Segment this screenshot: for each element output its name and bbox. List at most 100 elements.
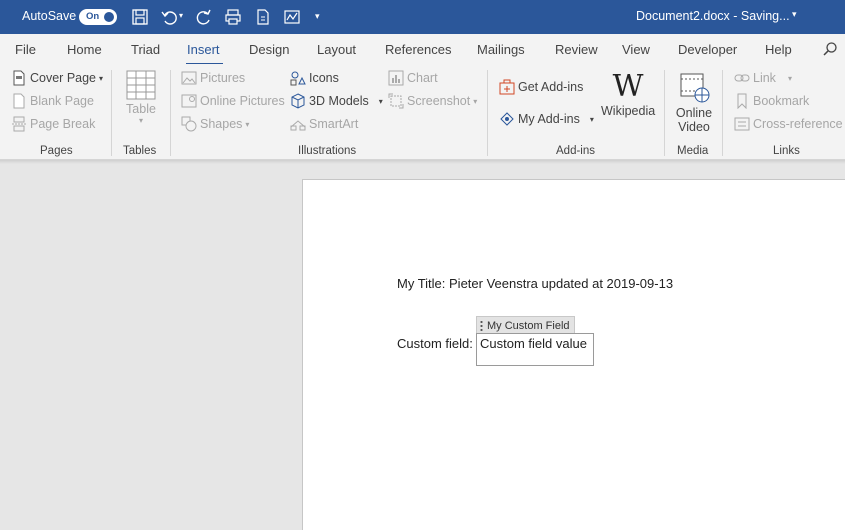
online-video-icon	[680, 73, 710, 103]
my-addins-label: My Add-ins	[518, 112, 580, 126]
group-divider	[664, 70, 665, 156]
my-addins-button[interactable]: My Add-ins ▾	[499, 111, 594, 127]
tab-layout[interactable]: Layout	[317, 42, 356, 57]
page-break-button[interactable]: Page Break	[11, 116, 95, 132]
table-icon	[126, 70, 156, 100]
undo-dropdown-icon[interactable]: ▾	[179, 11, 187, 29]
blank-page-icon	[11, 93, 27, 109]
tab-developer[interactable]: Developer	[678, 42, 737, 57]
wikipedia-icon: W	[612, 69, 644, 104]
cube-icon	[290, 93, 306, 109]
tab-triad[interactable]: Triad	[131, 42, 160, 57]
bookmark-icon	[734, 93, 750, 109]
ribbon-tabs: File Home Triad Insert Design Layout Ref…	[0, 34, 845, 64]
group-label-addins: Add-ins	[556, 145, 595, 157]
group-label-media: Media	[677, 145, 709, 157]
tab-references[interactable]: References	[385, 42, 451, 57]
custom-field-label[interactable]: Custom field:	[397, 336, 473, 351]
group-divider	[487, 70, 488, 156]
icons-label: Icons	[309, 71, 339, 85]
get-addins-button[interactable]: Get Add-ins	[499, 79, 583, 95]
tab-design[interactable]: Design	[249, 42, 289, 57]
chart-button[interactable]: Chart	[388, 70, 438, 86]
search-icon[interactable]	[822, 41, 838, 57]
page-break-icon	[11, 116, 27, 132]
pictures-button[interactable]: Pictures	[181, 70, 245, 86]
smartart-icon	[290, 116, 306, 132]
title-dropdown-icon[interactable]: ▾	[792, 9, 797, 20]
online-video-button[interactable]: Online Video	[672, 72, 716, 134]
screenshot-button[interactable]: Screenshot ▾	[388, 93, 477, 109]
group-divider	[170, 70, 171, 156]
tab-file[interactable]: File	[15, 42, 36, 57]
online-pictures-button[interactable]: Online Pictures	[181, 93, 285, 109]
group-label-tables: Tables	[123, 145, 157, 157]
cover-page-icon	[11, 70, 27, 86]
3d-models-button[interactable]: 3D Models ▾	[290, 93, 383, 109]
save-icon[interactable]	[131, 8, 149, 26]
document-title-line[interactable]: My Title: Pieter Veenstra updated at 201…	[397, 276, 673, 291]
group-label-illustrations: Illustrations	[298, 145, 357, 157]
cover-page-button[interactable]: Cover Page ▾	[11, 70, 103, 86]
screenshot-icon	[388, 93, 404, 109]
customize-qat-icon[interactable]: ▾	[315, 11, 333, 29]
autosave-toggle-state: On	[86, 11, 100, 22]
group-divider	[111, 70, 112, 156]
tab-help[interactable]: Help	[765, 42, 792, 57]
chevron-down-icon: ▾	[589, 114, 594, 124]
autosave-label: AutoSave	[22, 9, 77, 23]
signature-icon[interactable]	[283, 8, 301, 26]
online-video-label-1: Online	[675, 106, 713, 120]
content-control-box[interactable]: Custom field value	[476, 333, 594, 366]
title-bar: AutoSave On ▾ ▾ Document2.docx - Saving.…	[0, 0, 845, 34]
cross-reference-label: Cross-reference	[753, 117, 843, 131]
pictures-label: Pictures	[200, 71, 246, 85]
icons-button[interactable]: Icons	[290, 70, 339, 86]
shapes-label: Shapes	[200, 117, 243, 131]
tab-home[interactable]: Home	[67, 42, 102, 57]
chevron-down-icon: ▾	[787, 73, 792, 83]
icons-icon	[290, 70, 306, 86]
autosave-toggle[interactable]: On	[79, 9, 117, 25]
page-break-label: Page Break	[30, 117, 96, 131]
wikipedia-label: Wikipedia	[601, 104, 656, 118]
table-button[interactable]: Table ▾	[123, 70, 159, 125]
table-label: Table	[126, 102, 156, 116]
smartart-label: SmartArt	[309, 117, 359, 131]
link-label: Link	[753, 71, 776, 85]
undo-icon[interactable]	[160, 8, 178, 26]
ribbon: Cover Page ▾ Blank Page Page Break Pages …	[0, 64, 845, 160]
tab-view[interactable]: View	[622, 42, 650, 57]
screenshot-label: Screenshot	[407, 94, 471, 108]
wikipedia-button[interactable]: W Wikipedia	[601, 69, 656, 119]
chart-icon	[388, 70, 404, 86]
custom-field-value[interactable]: Custom field value	[480, 336, 587, 351]
online-pictures-label: Online Pictures	[200, 94, 285, 108]
group-label-pages: Pages	[40, 145, 73, 157]
bookmark-label: Bookmark	[753, 94, 810, 108]
chart-label: Chart	[407, 71, 438, 85]
tab-mailings[interactable]: Mailings	[477, 42, 525, 57]
cross-reference-button[interactable]: Cross-reference	[734, 116, 843, 132]
redo-icon[interactable]	[195, 8, 213, 26]
group-label-links: Links	[773, 145, 800, 157]
blank-page-label: Blank Page	[30, 94, 94, 108]
content-control-tag-label: My Custom Field	[487, 319, 570, 332]
bookmark-button[interactable]: Bookmark	[734, 93, 809, 109]
group-divider	[722, 70, 723, 156]
content-control-tag[interactable]: My Custom Field	[476, 316, 575, 333]
online-pictures-icon	[181, 93, 197, 109]
chevron-down-icon: ▾	[99, 73, 104, 83]
tab-review[interactable]: Review	[555, 42, 598, 57]
ribbon-shadow	[0, 160, 845, 164]
print-preview-icon[interactable]	[224, 8, 242, 26]
blank-page-button[interactable]: Blank Page	[11, 93, 94, 109]
chevron-down-icon: ▾	[473, 96, 478, 106]
drag-handle-icon[interactable]	[479, 320, 484, 331]
shapes-button[interactable]: Shapes ▾	[181, 116, 249, 132]
link-button[interactable]: Link ▾	[734, 70, 792, 86]
tab-insert[interactable]: Insert	[187, 42, 220, 57]
smartart-button[interactable]: SmartArt	[290, 116, 358, 132]
document-title[interactable]: Document2.docx - Saving...	[636, 9, 790, 23]
document-icon[interactable]	[254, 8, 272, 26]
